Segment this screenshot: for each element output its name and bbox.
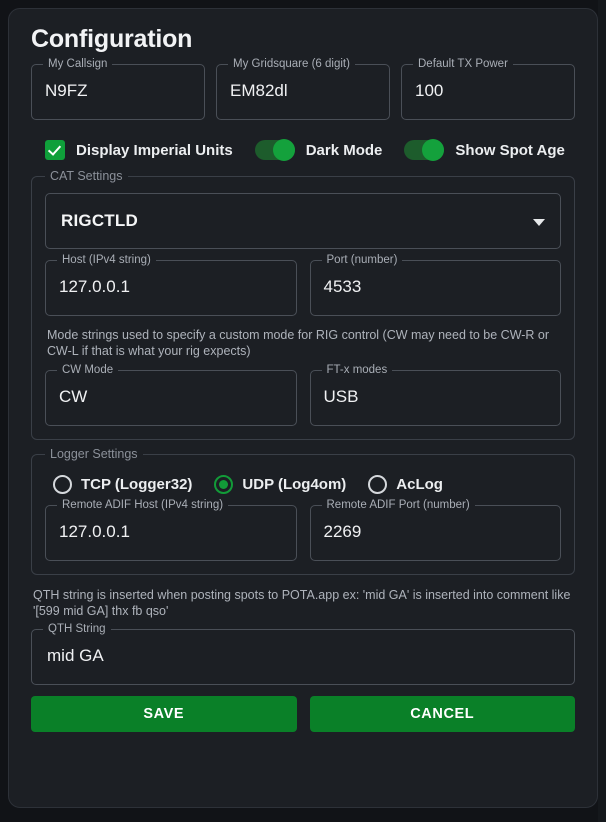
qth-helper-text: QTH string is inserted when posting spot… [33, 588, 571, 618]
default-tx-power-value: 100 [415, 81, 444, 100]
cat-host-label: Host (IPv4 string) [57, 254, 156, 267]
qth-string-label: QTH String [43, 623, 111, 636]
remote-adif-port-value: 2269 [323, 522, 362, 541]
background-app-sliver [598, 0, 606, 822]
my-callsign-field[interactable]: My Callsign N9FZ [31, 58, 205, 120]
radio-option-aclog[interactable]: AcLog [368, 475, 443, 494]
toggle-on-icon[interactable] [404, 139, 445, 161]
cat-host-value: 127.0.0.1 [59, 277, 130, 296]
cw-mode-label: CW Mode [57, 364, 119, 377]
dialog-actions: SAVE CANCEL [31, 696, 575, 732]
rig-control-selected-value: RIGCTLD [61, 211, 138, 230]
toggle-on-icon[interactable] [254, 139, 295, 161]
my-gridsquare-value: EM82dl [230, 81, 288, 100]
cat-settings-legend: CAT Settings [45, 169, 128, 184]
cat-port-field[interactable]: Port (number) 4533 [309, 254, 561, 316]
display-imperial-units-label: Display Imperial Units [76, 141, 233, 159]
cat-port-value: 4533 [323, 277, 362, 296]
cw-mode-value: CW [59, 387, 88, 406]
remote-adif-host-label: Remote ADIF Host (IPv4 string) [57, 499, 229, 512]
page-title: Configuration [31, 25, 193, 53]
cat-host-port-row: Host (IPv4 string) 127.0.0.1 Port (numbe… [45, 254, 561, 316]
default-tx-power-field[interactable]: Default TX Power 100 [401, 58, 575, 120]
dark-mode-label: Dark Mode [305, 141, 383, 159]
default-tx-power-label: Default TX Power [413, 58, 513, 71]
cat-port-label: Port (number) [321, 254, 403, 267]
chevron-down-icon[interactable] [533, 219, 545, 226]
dark-mode-option[interactable]: Dark Mode [254, 139, 383, 161]
identity-fields-row: My Callsign N9FZ My Gridsquare (6 digit)… [31, 58, 575, 120]
app-root: Configuration My Callsign N9FZ My Gridsq… [0, 0, 606, 822]
logger-protocol-radio-group: TCP (Logger32) UDP (Log4om) AcLog [53, 475, 561, 494]
my-gridsquare-field[interactable]: My Gridsquare (6 digit) EM82dl [216, 58, 390, 120]
remote-adif-port-label: Remote ADIF Port (number) [321, 499, 475, 512]
radio-unchecked-icon[interactable] [368, 475, 388, 494]
radio-checked-icon[interactable] [214, 475, 234, 494]
adif-host-port-row: Remote ADIF Host (IPv4 string) 127.0.0.1… [45, 499, 561, 561]
save-button[interactable]: SAVE [31, 696, 297, 732]
rig-control-select[interactable]: RIGCTLD [45, 193, 561, 249]
configuration-dialog: Configuration My Callsign N9FZ My Gridsq… [8, 8, 598, 808]
remote-adif-host-value: 127.0.0.1 [59, 522, 130, 541]
qth-string-field[interactable]: QTH String mid GA [31, 623, 575, 685]
ftx-modes-field[interactable]: FT-x modes USB [309, 364, 561, 426]
cat-host-field[interactable]: Host (IPv4 string) 127.0.0.1 [45, 254, 297, 316]
remote-adif-host-field[interactable]: Remote ADIF Host (IPv4 string) 127.0.0.1 [45, 499, 297, 561]
qth-string-value: mid GA [47, 646, 104, 665]
remote-adif-port-field[interactable]: Remote ADIF Port (number) 2269 [309, 499, 561, 561]
radio-label-aclog: AcLog [396, 476, 443, 493]
my-callsign-label: My Callsign [43, 58, 113, 71]
cw-mode-field[interactable]: CW Mode CW [45, 364, 297, 426]
checkbox-checked-icon[interactable] [45, 140, 65, 160]
radio-label-tcp-logger32: TCP (Logger32) [81, 476, 193, 493]
logger-settings-group: Logger Settings TCP (Logger32) UDP (Log4… [31, 447, 575, 575]
ftx-modes-label: FT-x modes [321, 364, 393, 377]
radio-unchecked-icon[interactable] [53, 475, 72, 494]
my-gridsquare-label: My Gridsquare (6 digit) [228, 58, 355, 71]
ftx-modes-value: USB [323, 387, 359, 406]
show-spot-age-option[interactable]: Show Spot Age [404, 139, 565, 161]
my-callsign-value: N9FZ [45, 81, 88, 100]
radio-option-tcp-logger32[interactable]: TCP (Logger32) [53, 475, 192, 494]
cancel-button[interactable]: CANCEL [309, 696, 575, 732]
cat-settings-group: CAT Settings RIGCTLD Host (IPv4 string) … [31, 169, 575, 440]
display-imperial-units-option[interactable]: Display Imperial Units [45, 140, 233, 160]
cat-mode-helper-text: Mode strings used to specify a custom mo… [47, 328, 550, 358]
radio-option-udp-log4om[interactable]: UDP (Log4om) [214, 475, 346, 494]
radio-label-udp-log4om: UDP (Log4om) [242, 476, 347, 493]
logger-settings-legend: Logger Settings [45, 447, 143, 462]
cat-modes-row: CW Mode CW FT-x modes USB [45, 364, 561, 426]
display-options-row: Display Imperial Units Dark Mode Show Sp… [45, 139, 575, 161]
show-spot-age-label: Show Spot Age [455, 141, 565, 159]
